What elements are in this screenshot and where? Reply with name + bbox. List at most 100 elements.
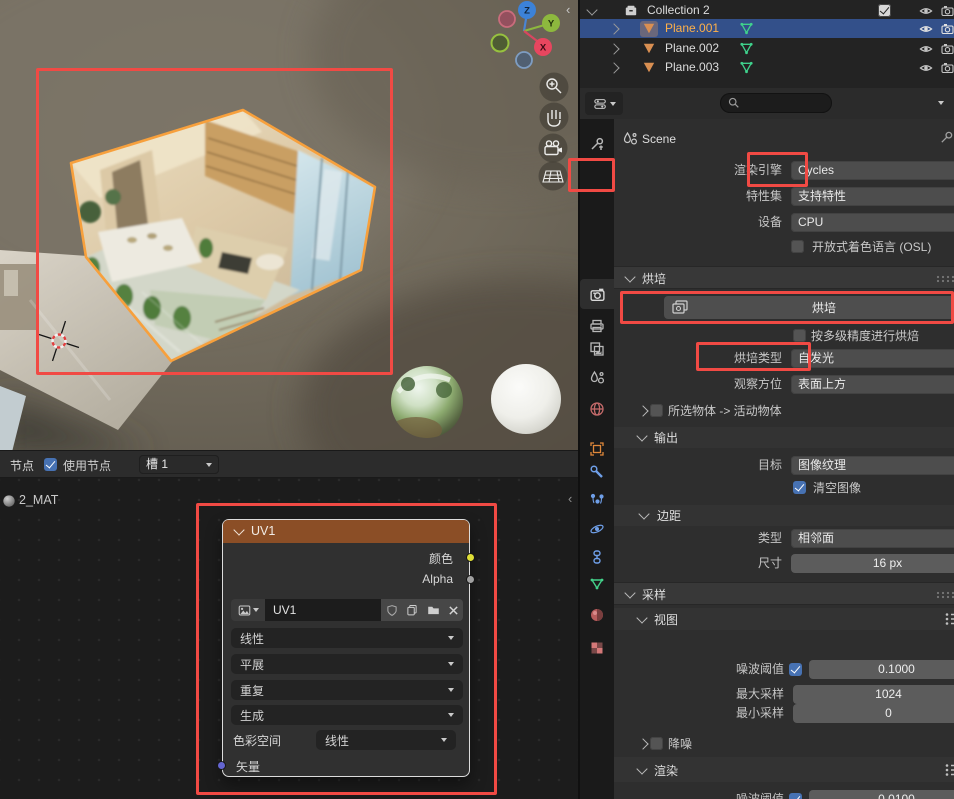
search-input[interactable]	[720, 93, 832, 113]
tab-view-layer[interactable]	[580, 335, 614, 363]
image-fake-user-button[interactable]	[381, 599, 402, 621]
header-options-chevron[interactable]	[938, 101, 944, 105]
zoom-button[interactable]	[540, 73, 569, 102]
max-samples-field[interactable]: 1024	[793, 685, 954, 704]
shader-node-editor[interactable]: 2_MAT ‹ UV1 颜色 Alpha UV1	[0, 478, 578, 799]
viewport-subsection-header[interactable]: 视图	[614, 608, 954, 630]
tab-object-data[interactable]	[580, 570, 614, 598]
scene-breadcrumb-icon	[622, 131, 638, 147]
node-menu[interactable]: 节点	[10, 457, 34, 474]
input-vector-label: 矢量	[236, 758, 260, 775]
outliner-object-row[interactable]: Plane.002	[580, 39, 954, 58]
render-noise-threshold-checkbox[interactable]	[789, 793, 802, 799]
unlink-image-button[interactable]	[444, 599, 463, 621]
eye-icon[interactable]	[919, 63, 933, 73]
use-nodes-checkbox[interactable]	[44, 458, 57, 471]
extension-dropdown[interactable]: 重复	[231, 680, 463, 700]
grid-ortho-button[interactable]	[539, 162, 568, 191]
outliner-object-row[interactable]: Plane.003	[580, 58, 954, 77]
projection-dropdown[interactable]: 平展	[231, 654, 463, 674]
target-label: 目标	[642, 456, 782, 475]
margin-subsection-header[interactable]: 边距	[614, 505, 954, 526]
camera-icon[interactable]	[941, 43, 954, 54]
open-image-button[interactable]	[422, 599, 444, 621]
source-dropdown[interactable]: 生成	[231, 705, 463, 725]
panel-grip-icon[interactable]	[936, 591, 954, 599]
vector-input-socket[interactable]	[217, 761, 226, 770]
target-dropdown[interactable]: 图像纹理	[791, 456, 954, 475]
pan-hand-button[interactable]	[540, 103, 569, 132]
new-image-button[interactable]	[402, 599, 422, 621]
clear-image-label: 清空图像	[813, 480, 861, 496]
alpha-output-socket[interactable]	[466, 575, 475, 584]
camera-view-button[interactable]	[539, 134, 568, 163]
white-material-sphere	[491, 364, 561, 434]
min-samples-field[interactable]: 0	[793, 704, 954, 723]
eye-icon[interactable]	[919, 44, 933, 54]
eye-icon[interactable]	[919, 24, 933, 34]
engine-dropdown[interactable]: Cycles	[791, 161, 954, 180]
image-name-field[interactable]: UV1	[265, 599, 389, 621]
tab-tool[interactable]	[580, 130, 614, 158]
tab-particles[interactable]	[580, 486, 614, 514]
interpolation-dropdown[interactable]: 线性	[231, 628, 463, 648]
colorspace-dropdown[interactable]: 线性	[316, 730, 456, 750]
bake-button[interactable]: 烘培	[664, 296, 954, 319]
feature-set-dropdown[interactable]: 支持特性	[791, 187, 954, 206]
output-subsection-header[interactable]: 输出	[614, 427, 954, 448]
browse-image-button[interactable]	[231, 599, 265, 621]
view-from-dropdown[interactable]: 表面上方	[791, 375, 954, 394]
denoise-collapsed[interactable]: 降噪	[614, 735, 954, 753]
eye-icon[interactable]	[919, 6, 933, 16]
camera-icon[interactable]	[941, 5, 954, 16]
tab-physics[interactable]	[580, 515, 614, 543]
render-noise-threshold-field[interactable]: 0.0100	[809, 790, 954, 799]
viewport-3d[interactable]: Z Y X	[0, 0, 578, 450]
device-dropdown[interactable]: CPU	[791, 213, 954, 232]
sampling-section-header[interactable]: 采样	[614, 582, 954, 605]
bake-type-dropdown[interactable]: 自发光	[791, 349, 954, 368]
camera-icon[interactable]	[941, 23, 954, 34]
copy-icon	[406, 604, 418, 616]
margin-type-dropdown[interactable]: 相邻面	[791, 529, 954, 548]
selected-to-active-collapsed[interactable]: 所选物体 -> 活动物体	[614, 402, 954, 420]
tab-world[interactable]	[580, 395, 614, 423]
bake-section-header[interactable]: 烘培	[614, 266, 954, 289]
tab-material[interactable]	[580, 601, 614, 629]
image-texture-node[interactable]: UV1 颜色 Alpha UV1	[222, 519, 470, 777]
pin-icon[interactable]	[939, 130, 954, 145]
node-sidebar-collapse-arrow[interactable]: ‹	[568, 491, 572, 506]
render-subsection-header[interactable]: 渲染	[614, 757, 954, 782]
gizmo-neg-y[interactable]	[492, 35, 509, 52]
noise-threshold-field[interactable]: 0.1000	[809, 660, 954, 679]
camera-icon[interactable]	[941, 62, 954, 73]
tab-constraints[interactable]	[580, 543, 614, 571]
tab-texture[interactable]	[580, 634, 614, 662]
color-output-socket[interactable]	[466, 553, 475, 562]
noise-threshold-checkbox[interactable]	[789, 663, 802, 676]
presets-icon[interactable]	[945, 612, 954, 625]
tab-scene[interactable]	[580, 364, 614, 392]
noise-threshold-label: 噪波阈值	[644, 660, 784, 679]
tab-render[interactable]	[580, 280, 614, 308]
search-icon	[728, 97, 740, 109]
node-header[interactable]: UV1	[223, 520, 469, 543]
collection-checkbox[interactable]	[878, 4, 891, 17]
folder-icon	[427, 604, 440, 616]
editor-type-selector[interactable]	[585, 92, 623, 115]
presets-icon[interactable]	[945, 763, 954, 776]
clear-image-checkbox[interactable]	[793, 481, 806, 494]
multires-bake-checkbox[interactable]	[793, 329, 806, 342]
osl-checkbox[interactable]	[791, 240, 804, 253]
viewport-sidebar-collapse-arrow[interactable]: ‹	[566, 2, 570, 17]
properties-tab-rail	[580, 119, 614, 799]
outliner-object-row[interactable]: Plane.001	[580, 19, 954, 38]
gizmo-neg-z[interactable]	[516, 52, 532, 68]
outliner-collection-row[interactable]: Collection 2	[580, 1, 954, 20]
margin-size-slider[interactable]: 16 px	[791, 554, 954, 573]
panel-grip-icon[interactable]	[936, 275, 954, 283]
gizmo-neg-x[interactable]	[499, 11, 515, 27]
margin-size-label: 尺寸	[642, 554, 782, 573]
material-slot-dropdown[interactable]: 槽 1	[139, 455, 219, 474]
tab-modifiers[interactable]	[580, 458, 614, 486]
